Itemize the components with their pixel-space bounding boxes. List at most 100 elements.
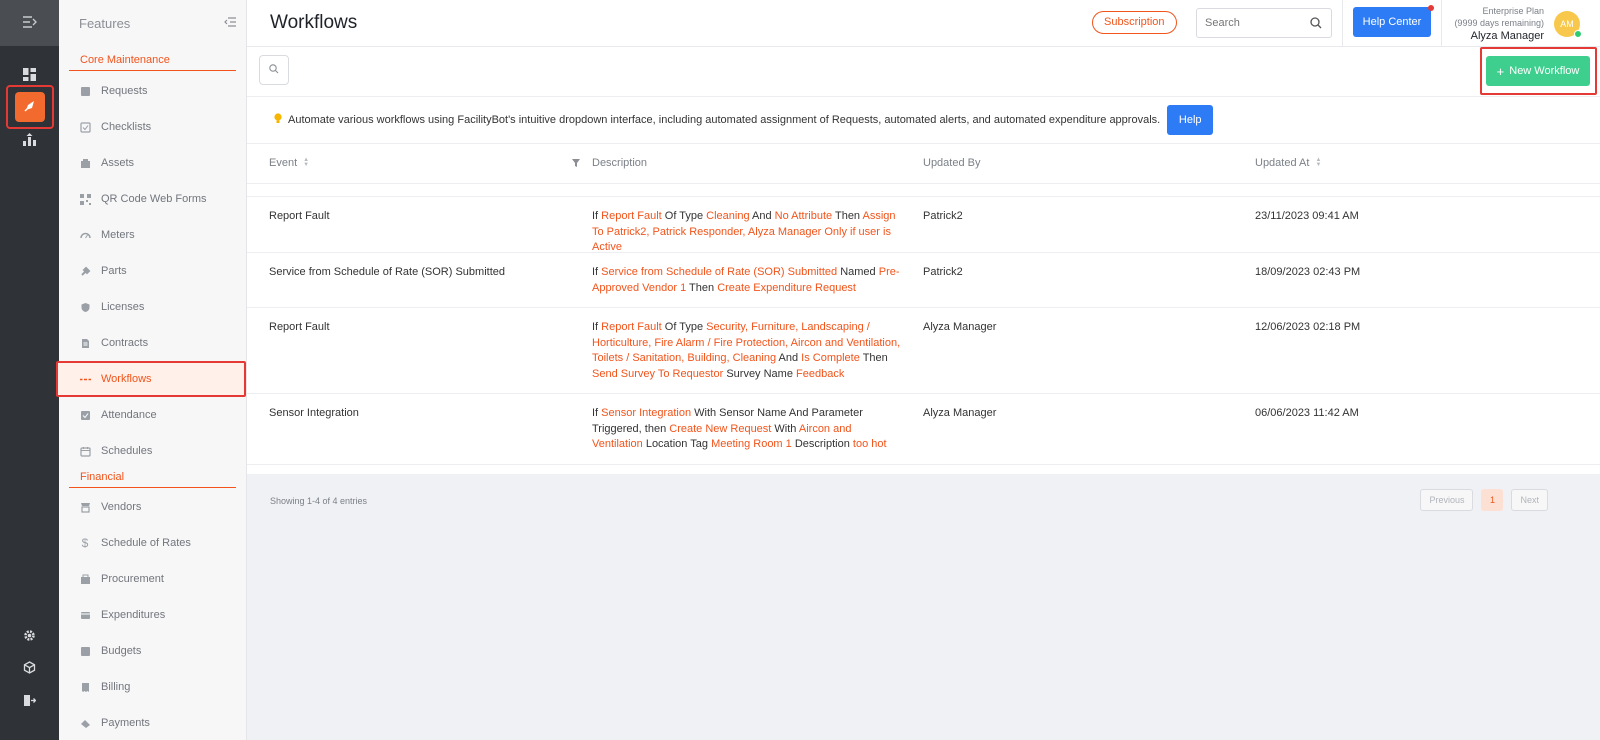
description-highlight: Report Fault — [601, 321, 662, 333]
user-name[interactable]: Alyza Manager — [1454, 30, 1544, 42]
description-text: Then — [832, 210, 863, 222]
previous-page-button[interactable]: Previous — [1420, 489, 1474, 511]
table-row[interactable]: Report Fault If Report Fault Of Type Sec… — [247, 308, 1600, 394]
cube-icon[interactable] — [0, 655, 59, 679]
new-workflow-button[interactable]: + New Workflow — [1486, 56, 1590, 86]
column-header-description: Description — [592, 157, 647, 169]
sidebar-item-workflows[interactable]: Workflows — [56, 361, 246, 397]
sidebar-item-assets[interactable]: Assets — [59, 145, 246, 181]
sidebar-item-qr-code-web-forms[interactable]: QR Code Web Forms — [59, 181, 246, 217]
sidebar-item-requests[interactable]: Requests — [59, 73, 246, 109]
updated-at-cell: 12/06/2023 02:18 PM — [1255, 321, 1361, 333]
table-search-button[interactable] — [259, 55, 289, 85]
rail-features-button[interactable] — [6, 85, 54, 129]
column-label: Updated At — [1255, 157, 1310, 169]
sidebar-item-licenses[interactable]: Licenses — [59, 289, 246, 325]
description-highlight: No Attribute — [774, 210, 833, 222]
description-text: And — [776, 352, 802, 364]
updated-at-cell: 18/09/2023 02:43 PM — [1255, 266, 1361, 278]
table-spacer — [247, 184, 1600, 197]
sidebar-item-attendance[interactable]: Attendance — [59, 397, 246, 433]
header-divider — [1342, 0, 1343, 47]
collapse-sidebar-icon[interactable] — [224, 16, 236, 30]
lightbulb-icon — [274, 113, 282, 127]
table-header: Event ▲ ▼ Description Updated By Updated … — [247, 144, 1600, 184]
header-divider — [1441, 0, 1442, 47]
info-banner: Automate various workflows using Facilit… — [247, 96, 1600, 144]
sidebar-item-label: Payments — [101, 717, 150, 729]
sidebar-item-label: Procurement — [101, 573, 164, 585]
sidebar-item-label: Schedules — [101, 445, 153, 457]
table-row[interactable]: Service from Schedule of Rate (SOR) Subm… — [247, 253, 1600, 308]
description-text: Of Type — [661, 210, 707, 222]
sidebar-item-label: Vendors — [101, 501, 142, 513]
description-text: If — [592, 321, 602, 333]
event-cell: Report Fault — [269, 210, 330, 222]
help-button[interactable]: Help — [1167, 105, 1214, 135]
search-icon — [269, 63, 279, 77]
sidebar-item-label: Expenditures — [101, 609, 166, 621]
sidebar-item-schedules[interactable]: Schedules — [59, 433, 246, 469]
search-icon[interactable] — [1310, 17, 1322, 32]
sidebar-item-payments[interactable]: Payments — [59, 705, 246, 740]
updated-by-cell: Alyza Manager — [923, 407, 997, 419]
sidebar-item-label: Attendance — [101, 409, 157, 421]
next-page-button[interactable]: Next — [1511, 489, 1548, 511]
notification-dot — [1428, 5, 1434, 11]
sidebar-item-budgets[interactable]: Budgets — [59, 633, 246, 669]
description-highlight: Send Survey To Requestor — [592, 367, 724, 380]
description-highlight: Feedback — [796, 367, 845, 380]
info-text: Automate various workflows using Facilit… — [288, 114, 1161, 126]
filter-icon[interactable] — [572, 158, 580, 170]
sidebar-item-parts[interactable]: Parts — [59, 253, 246, 289]
description-highlight: too hot — [852, 438, 887, 450]
sidebar-item-contracts[interactable]: Contracts — [59, 325, 246, 361]
schedules-icon — [79, 445, 91, 457]
sidebar-title: Features — [79, 15, 131, 31]
sidebar-item-billing[interactable]: Billing — [59, 669, 246, 705]
search-input[interactable] — [1205, 9, 1305, 37]
assets-icon — [79, 157, 91, 169]
dashboard-icon[interactable] — [0, 62, 59, 86]
plan-info: Enterprise Plan (9999 days remaining) Al… — [1454, 5, 1544, 42]
help-center-button[interactable]: Help Center — [1353, 7, 1431, 37]
description-text: Named — [837, 266, 879, 278]
page-number-button[interactable]: 1 — [1481, 489, 1504, 511]
settings-icon[interactable] — [0, 623, 59, 647]
sidebar-item-meters[interactable]: Meters — [59, 217, 246, 253]
plan-remaining: (9999 days remaining) — [1454, 18, 1544, 28]
sidebar-item-label: Requests — [101, 85, 148, 97]
sidebar-item-expenditures[interactable]: Expenditures — [59, 597, 246, 633]
sidebar-section-core-maintenance: Core Maintenance — [69, 46, 236, 71]
requests-icon — [79, 85, 91, 97]
description-highlight: Report Fault — [601, 210, 662, 222]
sidebar-item-vendors[interactable]: Vendors — [59, 489, 246, 525]
workflows-icon — [79, 373, 91, 385]
sort-icon: ▲ ▼ — [303, 157, 310, 168]
sidebar-item-checklists[interactable]: Checklists — [59, 109, 246, 145]
analytics-icon[interactable] — [0, 127, 59, 151]
sidebar-item-schedule-of-rates[interactable]: $ Schedule of Rates — [59, 525, 246, 561]
description-text: Then — [859, 352, 888, 364]
table-footer: Showing 1-4 of 4 entries Previous 1 Next — [247, 474, 1600, 740]
description-highlight: Sensor Integration — [601, 407, 692, 419]
attendance-icon — [79, 409, 91, 421]
table-row[interactable]: Sensor Integration If Sensor Integration… — [247, 394, 1600, 465]
description-text: With — [771, 422, 799, 435]
checklists-icon — [79, 121, 91, 133]
payments-icon — [79, 717, 91, 729]
event-cell: Sensor Integration — [269, 407, 359, 419]
updated-at-cell: 06/06/2023 11:42 AM — [1255, 407, 1359, 419]
logout-icon[interactable] — [0, 688, 59, 712]
sidebar-item-procurement[interactable]: Procurement — [59, 561, 246, 597]
table-row[interactable]: Report Fault If Report Fault Of Type Cle… — [247, 197, 1600, 253]
column-header-updated-at[interactable]: Updated At ▲ ▼ — [1255, 157, 1321, 169]
description-text: Survey Name — [723, 367, 797, 380]
subscription-button[interactable]: Subscription — [1092, 11, 1177, 34]
rail-menu-toggle[interactable] — [0, 0, 59, 46]
pagination: Previous 1 Next — [1420, 489, 1548, 511]
expenditures-icon — [79, 609, 91, 621]
column-header-event[interactable]: Event ▲ ▼ — [269, 157, 309, 169]
description-highlight: Create Expenditure Request — [717, 281, 856, 294]
sidebar-item-label: Checklists — [101, 121, 152, 133]
